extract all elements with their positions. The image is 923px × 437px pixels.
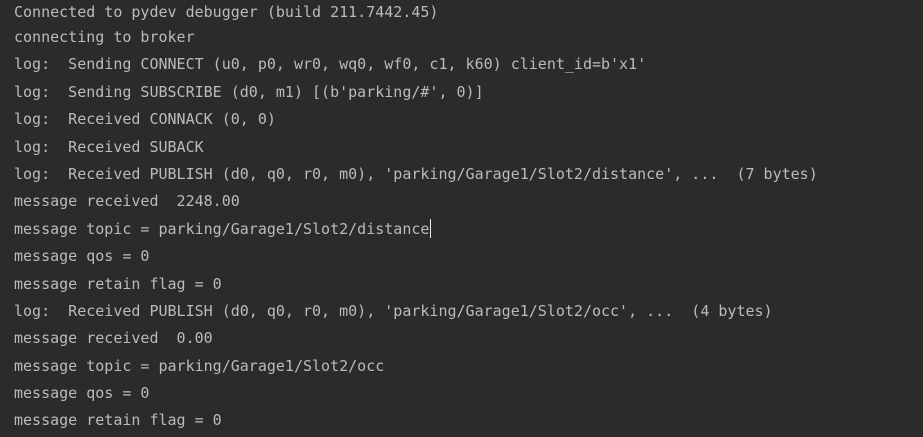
console-line-send-subscribe: log: Sending SUBSCRIBE (d0, m1) [(b'park… [14,82,484,101]
console-output[interactable]: Connected to pydev debugger (build 211.7… [0,0,923,437]
console-line-connecting: connecting to broker [14,28,195,46]
console-line-recv-suback: log: Received SUBACK [14,137,204,156]
console-line-recv-publish-occ: log: Received PUBLISH (d0, q0, r0, m0), … [14,301,773,320]
text-caret [430,218,432,238]
console-line-message-qos-distance: message qos = 0 [14,247,150,266]
console-line-retain-flag-distance: message retain flag = 0 [14,274,222,293]
console-line-recv-publish-distance: log: Received PUBLISH (d0, q0, r0, m0), … [14,164,818,183]
console-line-debugger-connected: Connected to pydev debugger (build 211.7… [14,3,439,21]
console-line-recv-connack: log: Received CONNACK (0, 0) [14,110,276,129]
console-line-message-received-occ: message received 0.00 [14,329,213,348]
console-line-send-connect: log: Sending CONNECT (u0, p0, wr0, wq0, … [14,55,647,74]
console-line-message-received-distance: message received 2248.00 [14,192,240,211]
console-line-message-topic-distance: message topic = parking/Garage1/Slot2/di… [14,216,923,243]
console-line-message-topic-occ: message topic = parking/Garage1/Slot2/oc… [14,356,385,375]
console-line-retain-flag-occ: message retain flag = 0 [14,411,222,430]
console-line-message-qos-occ: message qos = 0 [14,384,150,403]
console-line-text: message topic = parking/Garage1/Slot2/di… [14,219,430,238]
